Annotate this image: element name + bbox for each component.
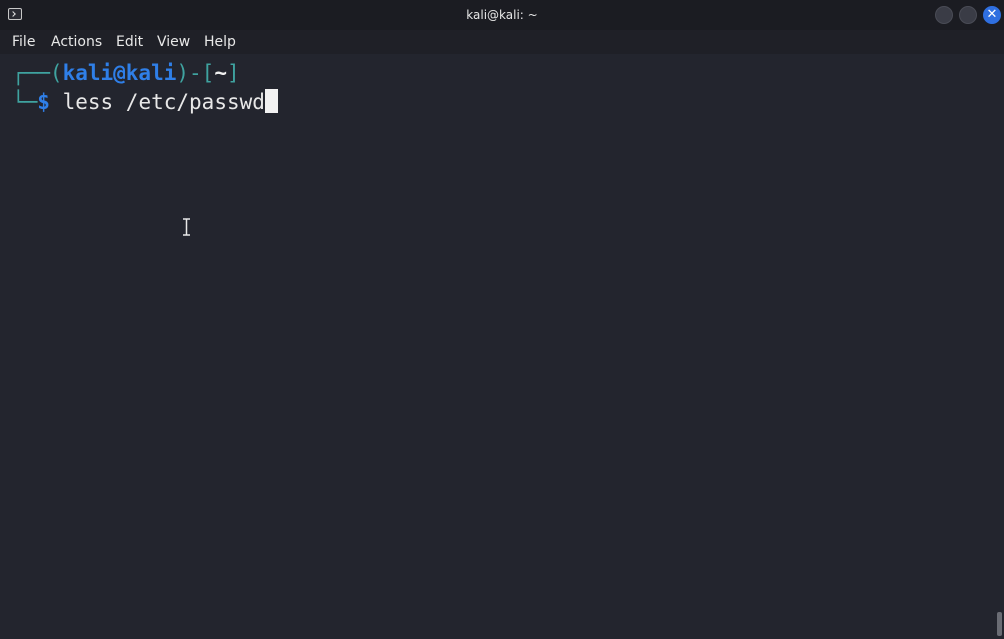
minimize-button[interactable] [935, 6, 953, 24]
prompt-line-bottom: └─$ less /etc/passwd [12, 87, 278, 117]
text-cursor [264, 89, 278, 113]
prompt-cwd: ~ [214, 61, 227, 85]
close-button[interactable]: ✕ [983, 6, 1001, 24]
prompt-line-top: ┌──(kali@kali)-[~] [12, 58, 240, 88]
scrollbar-thumb[interactable] [997, 612, 1002, 636]
terminal-output[interactable]: ┌──(kali@kali)-[~] └─$ less /etc/passwd [0, 54, 995, 639]
menu-file[interactable]: File [12, 30, 35, 54]
menu-bar: File Actions Edit View Help [0, 30, 1004, 54]
maximize-button[interactable] [959, 6, 977, 24]
terminal-window: kali@kali: ~ ✕ File Actions Edit View He… [0, 0, 1004, 639]
menu-actions[interactable]: Actions [51, 30, 102, 54]
prompt-frame-end: ] [226, 61, 240, 85]
menu-view[interactable]: View [157, 30, 190, 54]
scrollbar[interactable] [995, 54, 1004, 639]
menu-edit[interactable]: Edit [116, 30, 143, 54]
ibeam-cursor-icon [183, 218, 190, 236]
prompt-frame-mid: )-[ [176, 61, 215, 85]
prompt-user-host: kali@kali [62, 61, 177, 85]
prompt-symbol: $ [37, 90, 50, 114]
command-input[interactable]: less /etc/passwd [50, 90, 265, 114]
window-title: kali@kali: ~ [466, 8, 538, 22]
close-icon: ✕ [986, 7, 998, 22]
menu-help[interactable]: Help [204, 30, 236, 54]
prompt-frame-top: ┌──( [12, 61, 63, 85]
title-bar[interactable]: kali@kali: ~ ✕ [0, 0, 1004, 30]
prompt-frame-bottom: └─ [12, 90, 38, 114]
